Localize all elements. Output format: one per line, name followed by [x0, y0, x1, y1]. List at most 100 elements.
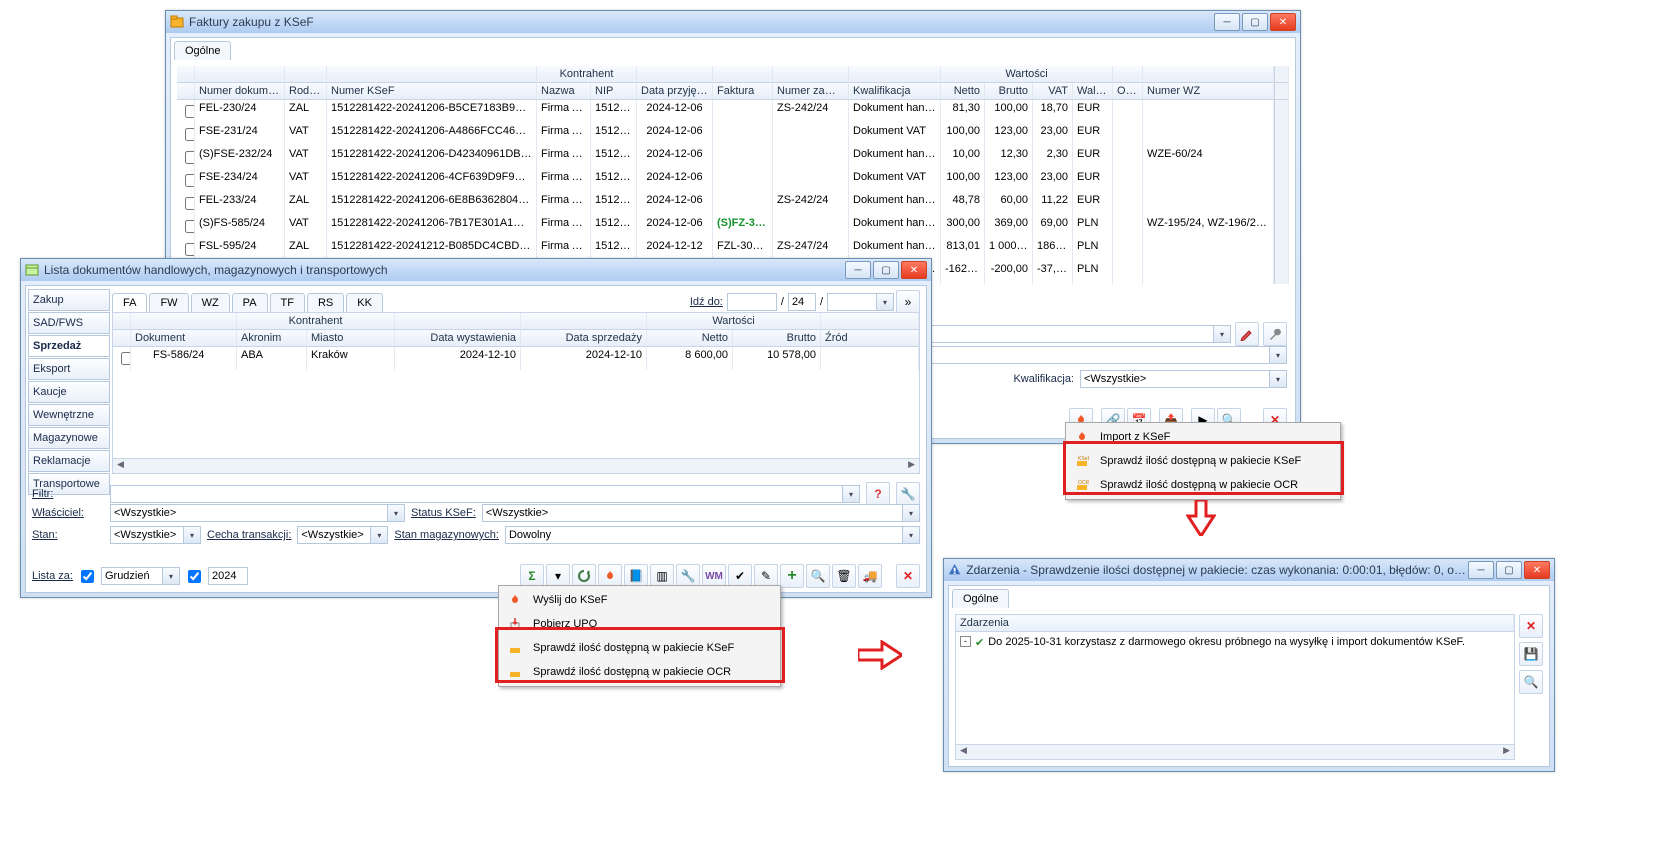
- sidebar-item-reklamacje[interactable]: Reklamacje: [28, 450, 110, 472]
- col-brutto[interactable]: Brutto: [985, 83, 1033, 100]
- miesiac-checkbox[interactable]: [81, 570, 94, 583]
- maximize-button[interactable]: ▢: [873, 261, 899, 279]
- col-numer-zam[interactable]: Numer zamówi: [773, 83, 849, 100]
- hscroll-left[interactable]: ◀: [113, 459, 128, 473]
- trash-button[interactable]: 🗑: [832, 564, 856, 588]
- status-ksef-value[interactable]: <Wszystkie>: [482, 504, 903, 522]
- col-nip[interactable]: NIP: [591, 83, 637, 100]
- ksef-titlebar[interactable]: Faktury zakupu z KSeF ─ ▢ ✕: [166, 11, 1300, 33]
- events-save-button[interactable]: 💾: [1519, 642, 1543, 666]
- maximize-button[interactable]: ▢: [1242, 13, 1268, 31]
- subtab-pa[interactable]: PA: [232, 293, 268, 312]
- wlasciciel-value[interactable]: <Wszystkie>: [110, 504, 388, 522]
- events-search-button[interactable]: 🔍: [1519, 670, 1543, 694]
- col-akronim[interactable]: Akronim: [237, 330, 307, 347]
- menu-check-ocr[interactable]: OCR Sprawdź ilość dostępną w pakiecie OC…: [1068, 473, 1338, 497]
- close-button[interactable]: ✕: [1270, 13, 1296, 31]
- table-row[interactable]: (S)FSE-232/24VAT1512281422-20241206-D423…: [177, 146, 1289, 169]
- events-close-button[interactable]: ✕: [1519, 614, 1543, 638]
- miesiac-value[interactable]: Grudzień: [101, 567, 163, 585]
- filter-dropdown[interactable]: ▾: [1214, 325, 1231, 343]
- goto-input-3[interactable]: [827, 293, 877, 311]
- col-faktura[interactable]: Faktura: [713, 83, 773, 100]
- subtab-tf[interactable]: TF: [270, 293, 305, 312]
- sidebar-item-zakup[interactable]: Zakup: [28, 289, 110, 311]
- sidebar-item-sadfws[interactable]: SAD/FWS: [28, 312, 110, 334]
- hscroll-left2[interactable]: ◀: [956, 745, 971, 759]
- stan-mag-value[interactable]: Dowolny: [505, 526, 903, 544]
- col-zdarzenia[interactable]: Zdarzenia: [956, 615, 1514, 632]
- col-opis[interactable]: Opis: [1113, 83, 1143, 100]
- subtab-kk[interactable]: KK: [346, 293, 383, 312]
- subtab-wz[interactable]: WZ: [191, 293, 230, 312]
- menu-wyslij-ksef[interactable]: Wyślij do KSeF: [501, 588, 778, 612]
- events-titlebar[interactable]: Zdarzenia - Sprawdzenie ilości dostępnej…: [944, 559, 1554, 581]
- row-checkbox[interactable]: [185, 151, 195, 164]
- col-zrodlo[interactable]: Źród: [821, 330, 919, 347]
- close-button[interactable]: ✕: [1524, 561, 1550, 579]
- col-kwalif[interactable]: Kwalifikacja: [849, 83, 941, 100]
- row-checkbox[interactable]: [185, 174, 195, 187]
- tools-button[interactable]: [1263, 322, 1287, 346]
- rok-checkbox[interactable]: [188, 570, 201, 583]
- vertical-scrollbar[interactable]: [1274, 83, 1289, 100]
- table-row[interactable]: (S)FS-585/24VAT1512281422-20241206-7B17E…: [177, 215, 1289, 238]
- menu-pobierz-upo[interactable]: Pobierz UPO: [501, 612, 778, 636]
- table-row[interactable]: FSE-234/24VAT1512281422-20241206-4CF639D…: [177, 169, 1289, 192]
- col-rodzaj[interactable]: Rodzaj: [285, 83, 327, 100]
- help-button[interactable]: ?: [866, 482, 890, 506]
- sidebar-item-sprzeda[interactable]: Sprzedaż: [28, 335, 110, 357]
- list-titlebar[interactable]: Lista dokumentów handlowych, magazynowyc…: [21, 259, 931, 281]
- goto-next-button[interactable]: »: [896, 290, 920, 314]
- menu-check-ocr2[interactable]: Sprawdź ilość dostępną w pakiecie OCR: [501, 660, 778, 684]
- hscroll-right2[interactable]: ▶: [1499, 745, 1514, 759]
- row-checkbox[interactable]: [185, 105, 195, 118]
- sidebar-item-kaucje[interactable]: Kaucje: [28, 381, 110, 403]
- sidebar-item-magazynowe[interactable]: Magazynowe: [28, 427, 110, 449]
- subtab-rs[interactable]: RS: [307, 293, 344, 312]
- col-nazwa[interactable]: Nazwa: [537, 83, 591, 100]
- table-row[interactable]: FS-586/24ABAKraków2024-12-102024-12-108 …: [113, 347, 919, 370]
- col-numer-ksef[interactable]: Numer KSeF: [327, 83, 537, 100]
- row-checkbox[interactable]: [121, 352, 131, 365]
- goto-page[interactable]: 24: [788, 293, 816, 311]
- row-checkbox[interactable]: [185, 243, 195, 256]
- truck-button[interactable]: 🚚: [858, 564, 882, 588]
- col-waluta[interactable]: Waluta: [1073, 83, 1113, 100]
- table-row[interactable]: FEL-233/24ZAL1512281422-20241206-6E8B636…: [177, 192, 1289, 215]
- menu-check-ksef[interactable]: KSeF Sprawdź ilość dostępną w pakiecie K…: [1068, 449, 1338, 473]
- minimize-button[interactable]: ─: [1468, 561, 1494, 579]
- col-vat[interactable]: VAT: [1033, 83, 1073, 100]
- add-button[interactable]: +: [780, 564, 804, 588]
- wrench-button[interactable]: 🔧: [896, 482, 920, 506]
- edit-filter-button[interactable]: [1235, 322, 1259, 346]
- col-brutto2[interactable]: Brutto: [733, 330, 821, 347]
- maximize-button[interactable]: ▢: [1496, 561, 1522, 579]
- tab-ogolne[interactable]: Ogólne: [174, 41, 231, 60]
- col-data-wyst[interactable]: Data wystawienia: [395, 330, 521, 347]
- hscroll-right[interactable]: ▶: [904, 459, 919, 473]
- sidebar-item-eksport[interactable]: Eksport: [28, 358, 110, 380]
- subtab-fw[interactable]: FW: [149, 293, 188, 312]
- cecha-value[interactable]: <Wszystkie>: [297, 526, 371, 544]
- col-data-przyj[interactable]: Data przyjęcia: [637, 83, 713, 100]
- row-checkbox[interactable]: [185, 220, 195, 233]
- menu-import-ksef[interactable]: Import z KSeF: [1068, 425, 1338, 449]
- row-checkbox[interactable]: [185, 128, 195, 141]
- minimize-button[interactable]: ─: [1214, 13, 1240, 31]
- col-dokument[interactable]: Dokument: [131, 330, 237, 347]
- col-miasto[interactable]: Miasto: [307, 330, 395, 347]
- table-row[interactable]: FEL-230/24ZAL1512281422-20241206-B5CE718…: [177, 100, 1289, 123]
- kwalif-value[interactable]: <Wszystkie>: [1080, 370, 1270, 388]
- menu-check-ksef2[interactable]: Sprawdź ilość dostępną w pakiecie KSeF: [501, 636, 778, 660]
- subtab-fa[interactable]: FA: [112, 293, 147, 312]
- search-button2[interactable]: 🔍: [806, 564, 830, 588]
- col-numer-dok[interactable]: Numer dokumentu: [195, 83, 285, 100]
- minimize-button[interactable]: ─: [845, 261, 871, 279]
- col-numer-wz[interactable]: Numer WZ: [1143, 83, 1274, 100]
- rok-value[interactable]: 2024: [208, 567, 248, 585]
- col-netto2[interactable]: Netto: [647, 330, 733, 347]
- close-toolbar-button2[interactable]: ✕: [896, 564, 920, 588]
- stan-value[interactable]: <Wszystkie>: [110, 526, 184, 544]
- close-button[interactable]: ✕: [901, 261, 927, 279]
